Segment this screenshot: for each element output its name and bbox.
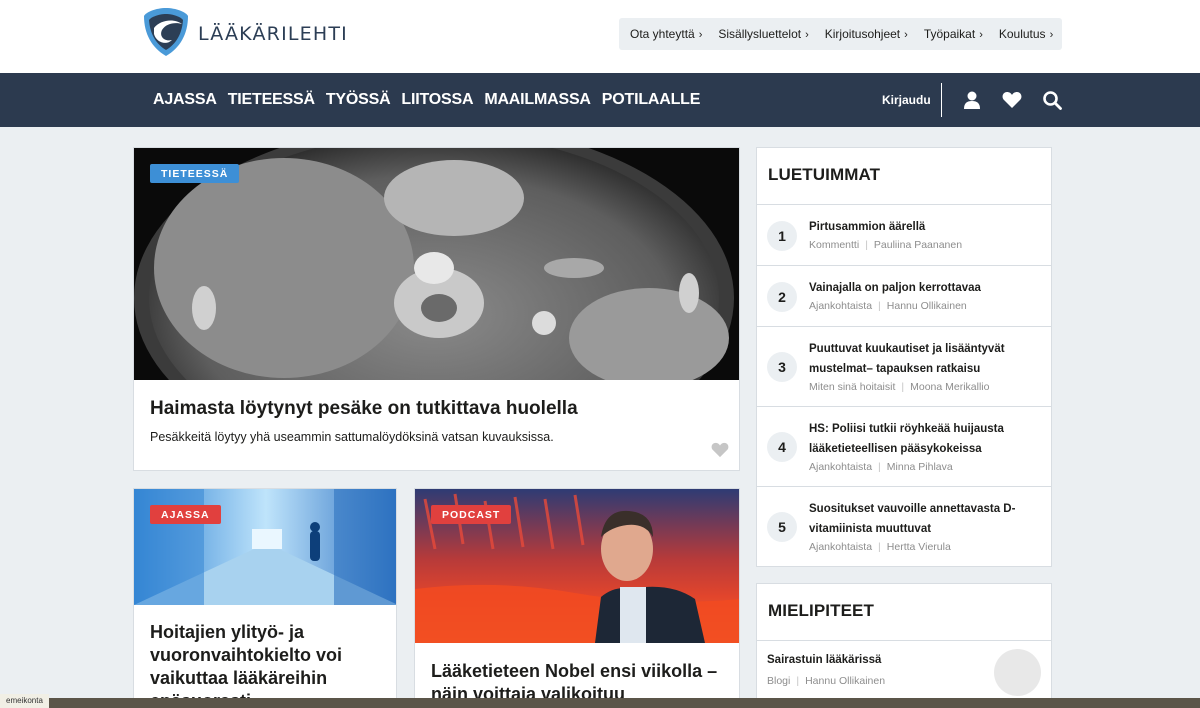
category-tag[interactable]: PODCAST: [431, 505, 512, 524]
article-meta: Ajankohtaista | Hertta Vierula: [809, 541, 951, 553]
list-item[interactable]: 5 Suositukset vauvoille annettavasta D-v…: [757, 486, 1051, 566]
list-item[interactable]: 2 Vainajalla on paljon kerrottavaa Ajank…: [757, 265, 1051, 326]
search-icon[interactable]: [1042, 90, 1062, 110]
article-card-nurses[interactable]: AJASSA Hoitajien ylityö- ja vuoronvaihto…: [133, 488, 397, 708]
most-read-list: 1 Pirtusammion äärellä Kommentti | Pauliin…: [757, 204, 1051, 566]
article-title[interactable]: Hoitajien ylityö- ja vuoronvaihtokielto …: [150, 621, 390, 708]
list-item[interactable]: 1 Pirtusammion äärellä Kommentti | Pauliin…: [757, 204, 1051, 265]
avatar: [994, 649, 1041, 696]
nav-item-tieteessa[interactable]: TIETEESSÄ: [228, 91, 315, 109]
article-meta: Ajankohtaista | Minna Pihlava: [809, 461, 953, 473]
utility-link-jobs[interactable]: Työpaikat ›: [924, 27, 983, 41]
hero-article-title[interactable]: Haimasta löytynyt pesäke on tutkittava h…: [150, 398, 578, 420]
category-tag[interactable]: AJASSA: [150, 505, 221, 524]
brand-name: LÄÄKÄRILEHTI: [198, 23, 348, 45]
browser-status-strip: [0, 698, 1200, 708]
chevron-right-icon: ›: [805, 29, 809, 41]
user-icon[interactable]: [962, 90, 982, 110]
utility-nav: Ota yhteyttä › Sisällysluettelot › Kirjoit…: [619, 18, 1062, 50]
opinions-panel: MIELIPITEET Sairastuin lääkärissä Blogi |…: [756, 583, 1052, 708]
top-header: LÄÄKÄRILEHTI Ota yhteyttä › Sisällysluett…: [0, 0, 1200, 73]
utility-link-guidelines[interactable]: Kirjoitusohjeet ›: [825, 27, 908, 41]
list-item[interactable]: 3 Puuttuvat kuukautiset ja lisääntyvät m…: [757, 326, 1051, 406]
utility-link-contents[interactable]: Sisällysluettelot ›: [718, 27, 808, 41]
most-read-heading: LUETUIMMAT: [768, 165, 881, 184]
category-tag[interactable]: TIETEESSÄ: [150, 164, 240, 183]
article-title[interactable]: Vainajalla on paljon kerrottavaa: [809, 278, 1041, 298]
nav-divider: [940, 83, 942, 117]
chevron-right-icon: ›: [979, 29, 983, 41]
list-item[interactable]: Sairastuin lääkärissä Blogi | Hannu Ollika…: [757, 640, 1051, 700]
hero-article-card[interactable]: TIETEESSÄ Haimasta löytynyt pesäke on tu…: [133, 147, 740, 471]
chevron-right-icon: ›: [1049, 29, 1054, 41]
opinion-title[interactable]: Sairastuin lääkärissä: [767, 654, 881, 666]
article-meta: Ajankohtaista | Hannu Ollikainen: [809, 300, 967, 312]
opinions-heading: MIELIPITEET: [768, 601, 874, 620]
rank-number: 5: [767, 512, 797, 542]
article-title[interactable]: HS: Poliisi tutkii röyhkeää huijausta lä…: [809, 419, 1041, 459]
main-navigation: AJASSA TIETEESSÄ TYÖSSÄ LIITOSSA MAAILMA…: [0, 73, 1200, 127]
hero-article-lead: Pesäkkeitä löytyy yhä useammin sattumalö…: [150, 430, 554, 444]
utility-link-contact[interactable]: Ota yhteyttä ›: [630, 27, 702, 41]
article-title[interactable]: Puuttuvat kuukautiset ja lisääntyvät mus…: [809, 339, 1041, 379]
utility-link-training[interactable]: Koulutus ›: [999, 27, 1053, 41]
rank-number: 3: [767, 352, 797, 382]
opinion-meta: Blogi | Hannu Ollikainen: [767, 675, 886, 687]
rank-number: 4: [767, 432, 797, 462]
article-title[interactable]: Suositukset vauvoille annettavasta D-vit…: [809, 499, 1041, 539]
site-logo[interactable]: LÄÄKÄRILEHTI: [142, 6, 348, 62]
rank-number: 2: [767, 282, 797, 312]
article-title[interactable]: Pirtusammion äärellä: [809, 217, 1041, 237]
rank-number: 1: [767, 221, 797, 251]
save-heart-icon[interactable]: [711, 442, 729, 458]
article-meta: Miten sinä hoitaisit | Moona Merikallio: [809, 381, 990, 393]
article-card-nobel[interactable]: PODCAST Lääketieteen Nobel ensi viikolla…: [414, 488, 740, 708]
nav-item-maailmassa[interactable]: MAAILMASSA: [484, 91, 591, 109]
nav-item-tyossa[interactable]: TYÖSSÄ: [326, 91, 391, 109]
chevron-right-icon: ›: [904, 29, 908, 41]
nav-actions: Kirjaudu: [882, 73, 1072, 127]
list-item[interactable]: 4 HS: Poliisi tutkii röyhkeää huijausta …: [757, 406, 1051, 486]
article-meta: Kommentti | Pauliina Paananen: [809, 239, 963, 251]
nav-item-potilaalle[interactable]: POTILAALLE: [602, 91, 701, 109]
chevron-right-icon: ›: [698, 29, 703, 41]
heart-icon[interactable]: [1002, 90, 1022, 110]
nav-item-liitossa[interactable]: LIITOSSA: [401, 91, 473, 109]
login-link[interactable]: Kirjaudu: [882, 93, 931, 107]
most-read-panel: LUETUIMMAT 1 Pirtusammion äärellä Kommen…: [756, 147, 1052, 567]
section-nav: AJASSA TIETEESSÄ TYÖSSÄ LIITOSSA MAAILMA…: [153, 73, 711, 127]
logo-icon: [142, 6, 190, 63]
nav-item-ajassa[interactable]: AJASSA: [153, 91, 217, 109]
status-tooltip: emeikonta: [0, 694, 49, 708]
